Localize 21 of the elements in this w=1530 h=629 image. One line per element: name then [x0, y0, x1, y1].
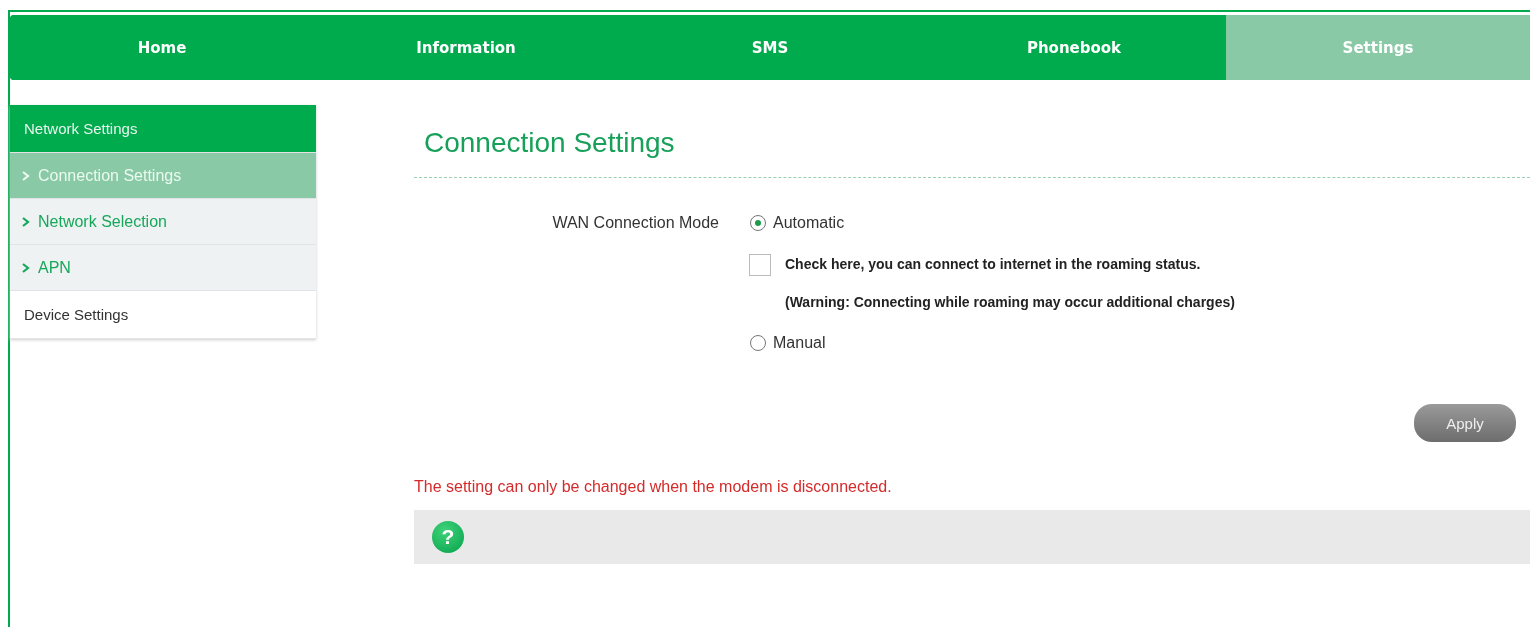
sidebar-group[interactable]: Device Settings [10, 291, 316, 339]
chevron-icon [22, 262, 30, 273]
sidebar-item[interactable]: APN [10, 245, 316, 291]
warning-note: (Warning: Connecting while roaming may occur additional charges) [785, 293, 1235, 312]
apply-button[interactable]: Apply [1414, 404, 1516, 442]
radio-button[interactable] [749, 334, 767, 352]
checkbox[interactable] [749, 254, 771, 276]
sidebar-group[interactable]: Network Settings [10, 105, 316, 153]
chevron-icon [22, 216, 30, 227]
nav-tab[interactable]: Settings [1226, 15, 1530, 80]
sidebar-item[interactable]: Connection Settings [10, 153, 316, 199]
page-title: Connection Settings [423, 126, 676, 160]
warning-message: The setting can only be changed when the modem is disconnected. [414, 478, 893, 496]
radio-button[interactable] [749, 214, 767, 232]
radio-label: Manual [773, 333, 826, 353]
field-label: WAN Connection Mode [551, 213, 720, 233]
chevron-icon [22, 170, 30, 181]
help-icon[interactable]: ? [432, 521, 464, 553]
radio-label: Automatic [773, 213, 845, 233]
checkbox-label: Check here, you can connect to internet in the roaming status. [785, 255, 1202, 274]
sidebar-item[interactable]: Network Selection [10, 199, 316, 245]
